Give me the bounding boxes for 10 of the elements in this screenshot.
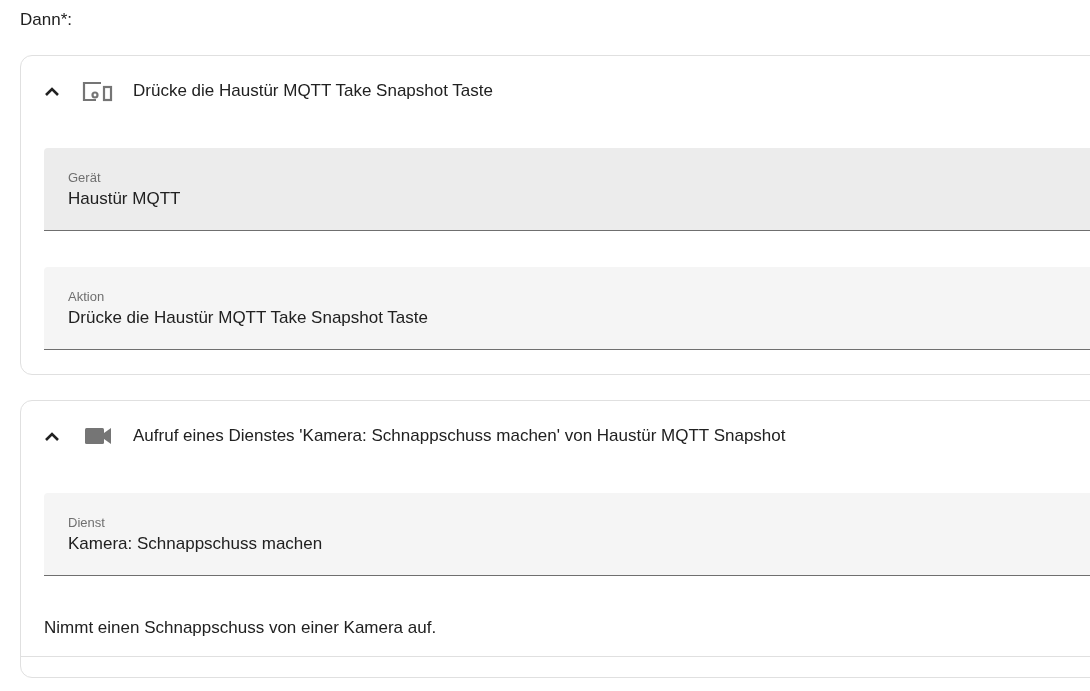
- service-description: Nimmt einen Schnappschuss von einer Kamera auf.: [21, 600, 1090, 657]
- section-heading: Dann*:: [20, 10, 73, 30]
- select-field[interactable]: Aktion Drücke die Haustür MQTT Take Snapshot Taste: [44, 267, 1090, 350]
- chevron-icon: [44, 86, 60, 96]
- select-field[interactable]: Dienst Kamera: Schnappschuss machen: [44, 493, 1090, 576]
- action-title: Aufruf eines Dienstes 'Kamera: Schnappschuss machen' von Haustür MQTT Snapshot: [133, 426, 786, 446]
- action-title: Drücke die Haustür MQTT Take Snapshot Taste: [133, 81, 493, 101]
- chevron-icon: [44, 431, 60, 441]
- select-field[interactable]: Gerät Haustür MQTT: [44, 148, 1090, 231]
- devices-icon: [81, 79, 115, 103]
